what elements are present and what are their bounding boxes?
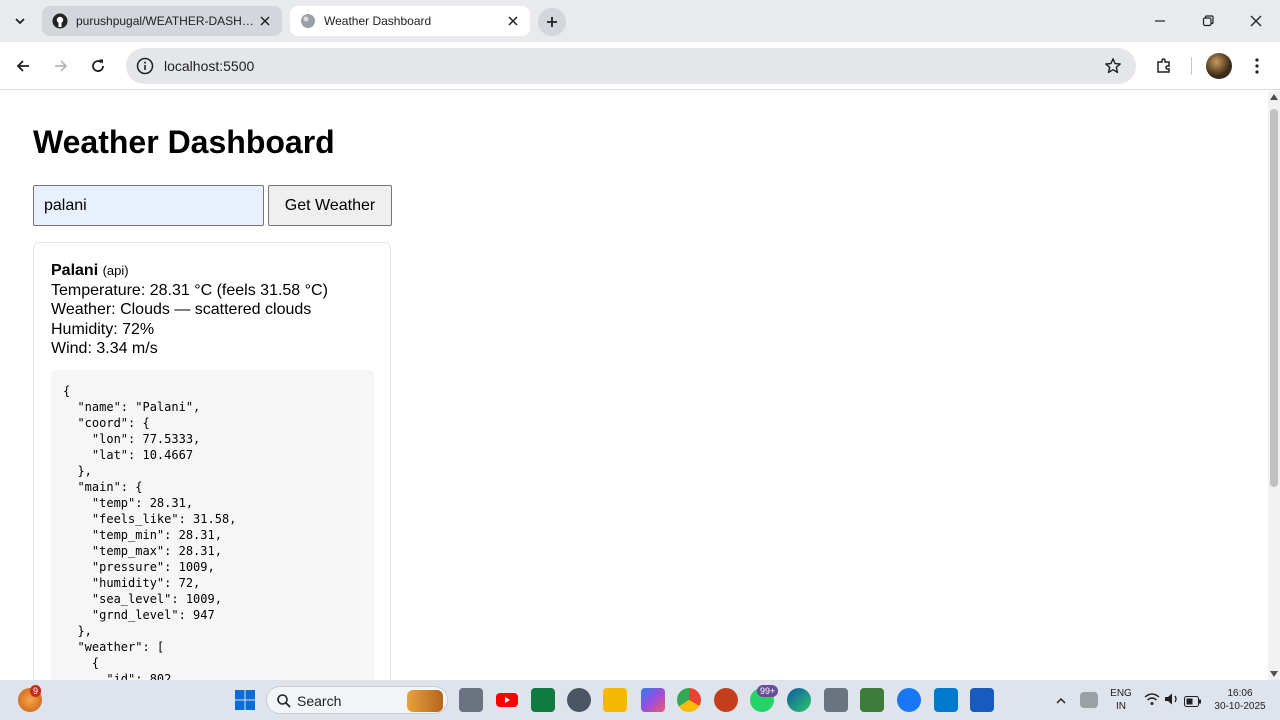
region-code: IN [1116, 701, 1126, 712]
scrollbar-thumb[interactable] [1270, 109, 1278, 487]
close-icon [1250, 15, 1262, 27]
profile-avatar[interactable] [1206, 53, 1232, 79]
minimize-button[interactable] [1140, 6, 1180, 36]
store-icon[interactable] [824, 688, 848, 712]
windows-start-icon[interactable] [233, 688, 257, 712]
tab-search-button[interactable] [8, 9, 32, 33]
site-info-icon[interactable] [136, 57, 154, 75]
address-bar[interactable]: localhost:5500 [126, 48, 1136, 84]
browser-tab-bar: purushpugal/WEATHER-DASHBOARD Weather Da… [0, 0, 1280, 42]
get-weather-button[interactable]: Get Weather [268, 185, 392, 226]
word-icon[interactable] [970, 688, 994, 712]
wifi-icon[interactable] [1144, 692, 1160, 711]
search-highlight-icon [407, 690, 443, 712]
show-hidden-icons-icon[interactable] [1055, 694, 1067, 712]
back-button[interactable] [9, 52, 37, 80]
chrome-icon[interactable] [677, 688, 701, 712]
youtube-icon[interactable] [495, 688, 519, 712]
excel-icon[interactable] [531, 688, 555, 712]
chevron-down-icon [15, 18, 25, 25]
reload-icon [92, 59, 104, 72]
temperature-line: Temperature: 28.31 °C (feels 31.58 °C) [51, 281, 328, 299]
close-tab-icon[interactable] [256, 12, 274, 30]
copilot-icon[interactable] [641, 688, 665, 712]
toolbar-divider [1191, 57, 1192, 75]
tab-title: Weather Dashboard [324, 14, 432, 28]
app-icon[interactable] [860, 688, 884, 712]
restore-button[interactable] [1188, 6, 1228, 36]
city-search-input[interactable] [33, 185, 264, 226]
search-icon [276, 693, 292, 709]
restore-icon [1202, 15, 1214, 27]
city-name: Palani [51, 262, 99, 279]
github-icon [52, 13, 68, 29]
tab-title: purushpugal/WEATHER-DASHBOARD [76, 14, 256, 28]
bookmark-star-icon[interactable] [1104, 57, 1122, 75]
battery-icon[interactable] [1184, 694, 1202, 712]
scroll-down-arrow-icon[interactable] [1270, 671, 1278, 677]
clock[interactable]: 16:06 30-10-2025 [1208, 687, 1272, 713]
wind-line: Wind: 3.34 m/s [51, 340, 158, 357]
powerpoint-icon[interactable] [714, 688, 738, 712]
forward-button[interactable] [47, 52, 75, 80]
browser-tab-weather[interactable]: Weather Dashboard [290, 6, 530, 36]
raw-json-block: { "name": "Palani", "coord": { "lon": 77… [51, 370, 374, 680]
search-label: Search [297, 693, 342, 709]
more-vertical-icon [1255, 58, 1259, 74]
whatsapp-badge: 99+ [757, 685, 779, 697]
extensions-button[interactable] [1150, 52, 1178, 80]
url-text: localhost:5500 [164, 58, 255, 74]
new-tab-button[interactable] [538, 8, 566, 36]
humidity-line: Humidity: 72% [51, 320, 155, 338]
weather-line: Weather: Clouds — scattered clouds [51, 301, 312, 318]
weather-result-card: Palani (api) Temperature: 28.31 °C (feel… [33, 242, 391, 680]
scroll-up-arrow-icon[interactable] [1270, 94, 1278, 100]
weather-summary: Palani (api) Temperature: 28.31 °C (feel… [51, 261, 328, 359]
windows-taskbar: 9 Search 99+ ENG IN 16:06 30-10-2025 [0, 680, 1280, 720]
browser-toolbar: localhost:5500 [0, 42, 1280, 90]
reload-button[interactable] [84, 52, 112, 80]
browser-menu-button[interactable] [1243, 52, 1271, 80]
close-window-button[interactable] [1236, 6, 1276, 36]
plus-icon [547, 17, 557, 27]
clock-time: 16:06 [1227, 688, 1253, 699]
globe-icon [300, 13, 316, 29]
file-explorer-icon[interactable] [603, 688, 627, 712]
data-source-label: (api) [102, 263, 129, 278]
facebook-icon[interactable] [897, 688, 921, 712]
volume-icon[interactable] [1164, 692, 1180, 711]
close-tab-icon[interactable] [504, 12, 522, 30]
drive-sync-icon[interactable] [1080, 692, 1098, 708]
settings-gear-icon[interactable] [567, 688, 591, 712]
language-code: ENG [1110, 688, 1132, 699]
arrow-left-icon [16, 60, 29, 72]
puzzle-icon [1157, 58, 1170, 73]
edge-icon[interactable] [787, 688, 811, 712]
task-view-icon[interactable] [459, 688, 483, 712]
browser-tab-github[interactable]: purushpugal/WEATHER-DASHBOARD [42, 6, 282, 36]
page-viewport: Weather Dashboard Get Weather Palani (ap… [0, 91, 1268, 680]
page-title: Weather Dashboard [33, 124, 335, 160]
taskbar-search[interactable]: Search [266, 686, 448, 714]
clock-date: 30-10-2025 [1214, 701, 1266, 712]
arrow-right-icon [55, 60, 68, 72]
page-scrollbar[interactable] [1268, 91, 1280, 680]
minimize-icon [1155, 20, 1165, 22]
vscode-icon[interactable] [934, 688, 958, 712]
raw-json-text: { "name": "Palani", "coord": { "lon": 77… [63, 384, 237, 680]
input-language[interactable]: ENG IN [1108, 687, 1134, 713]
widget-badge: 9 [30, 685, 42, 697]
